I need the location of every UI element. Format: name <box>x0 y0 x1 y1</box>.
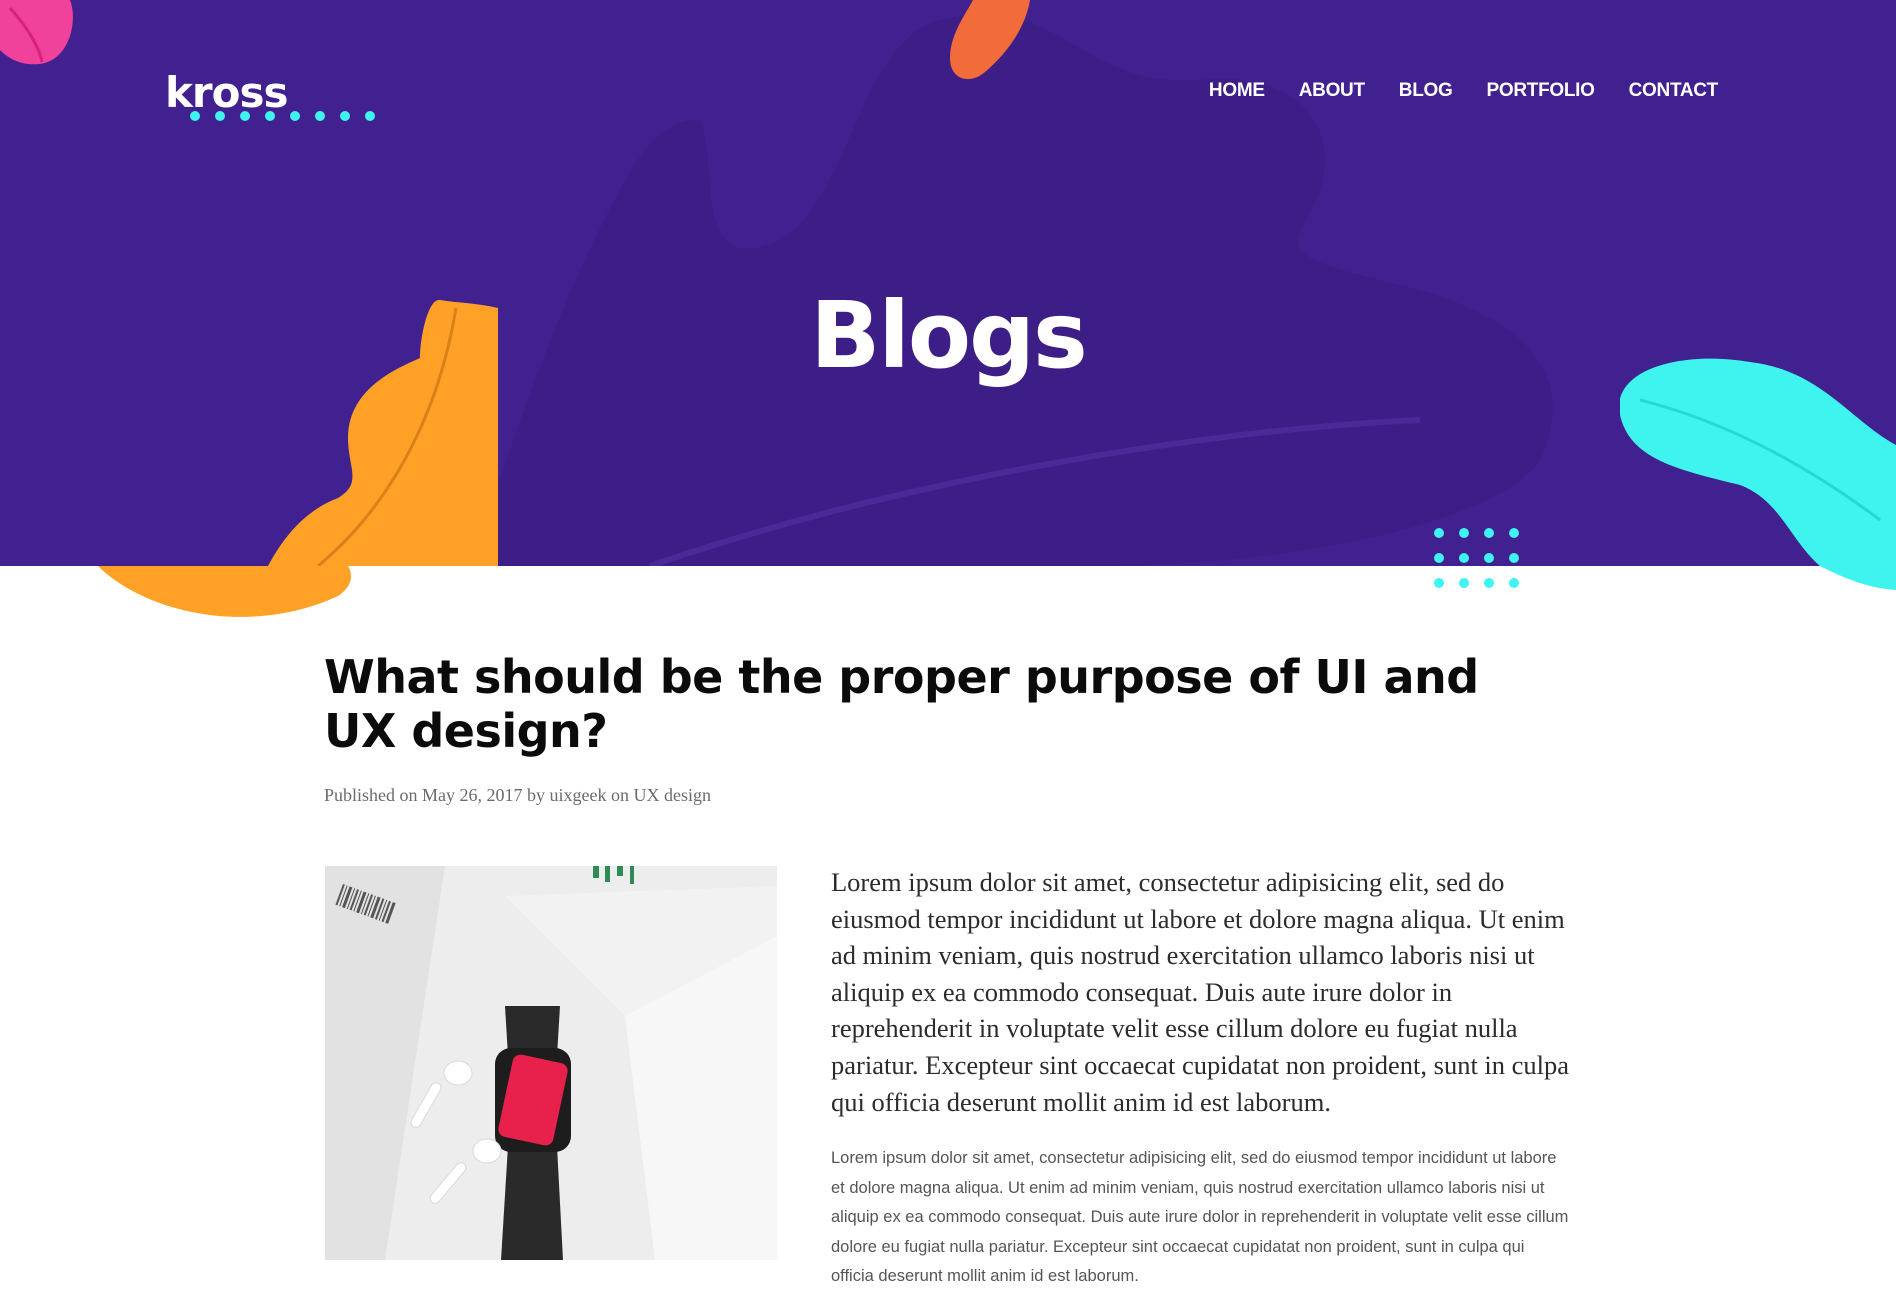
pink-leaf-decoration <box>0 0 73 65</box>
nav-item-contact[interactable]: CONTACT <box>1629 80 1719 102</box>
logo-dots-decoration <box>190 111 375 121</box>
post-meta: Published on May 26, 2017 by uixgeek on … <box>324 785 711 806</box>
meta-category-link[interactable]: UX design <box>634 785 712 805</box>
orange-leaf-decoration-top <box>950 0 1030 80</box>
meta-author-link[interactable]: uixgeek <box>550 785 607 805</box>
nav-item-home[interactable]: HOME <box>1209 80 1265 102</box>
post-lead-paragraph: Lorem ipsum dolor sit amet, consectetur … <box>831 867 1570 1117</box>
post-body-paragraph: Lorem ipsum dolor sit amet, consectetur … <box>831 1149 1569 1285</box>
nav-item-blog[interactable]: BLOG <box>1399 80 1453 102</box>
smartwatch-photo <box>325 866 777 1260</box>
meta-published-label: Published on <box>324 785 418 805</box>
meta-date: May 26, 2017 <box>422 785 523 805</box>
dot-grid-decoration <box>1434 528 1519 588</box>
post-featured-image <box>325 866 777 1260</box>
post-title: What should be the proper purpose of UI … <box>324 650 1479 758</box>
page-title: Blogs <box>810 282 1087 389</box>
meta-by-label: by <box>527 785 546 805</box>
hero-banner: kross HOME ABOUT BLOG PORTFOLIO CONTACT … <box>0 0 1896 566</box>
main-navigation: HOME ABOUT BLOG PORTFOLIO CONTACT <box>1209 80 1718 102</box>
cyan-leaf-tail-decoration <box>1820 566 1896 590</box>
nav-item-about[interactable]: ABOUT <box>1299 80 1365 102</box>
nav-item-portfolio[interactable]: PORTFOLIO <box>1486 80 1594 102</box>
meta-on-label: on <box>611 785 629 805</box>
orange-leaf-tail-decoration <box>98 566 351 617</box>
